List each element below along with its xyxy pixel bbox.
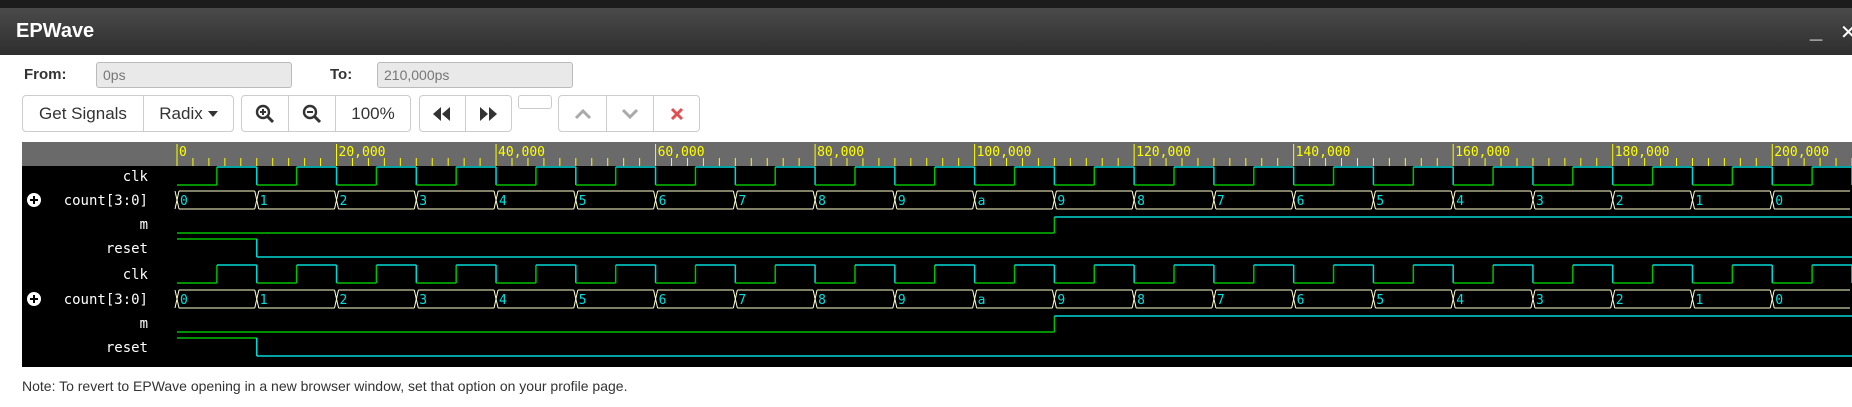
window-title: EPWave [16, 20, 95, 42]
bus-value: 4 [499, 293, 507, 308]
rewind-icon [433, 106, 451, 121]
bus-value: 6 [659, 194, 667, 209]
zoom-out-icon [302, 104, 322, 123]
bus-value: 4 [499, 194, 507, 209]
ruler-label: 120,000 [1136, 145, 1191, 160]
bus-value: 9 [898, 194, 906, 209]
radix-label: Radix [159, 103, 203, 123]
bus-value: 2 [1616, 194, 1624, 209]
signal-name: count[3:0] [64, 292, 148, 308]
bus-value: 3 [1536, 194, 1544, 209]
bus-value: 2 [1616, 293, 1624, 308]
profile-note: Note: To revert to EPWave opening in a n… [22, 378, 628, 394]
bus-value: 7 [1217, 293, 1225, 308]
signal-button-group: Get Signals Radix [22, 95, 234, 132]
bus-value: 9 [1057, 194, 1065, 209]
close-button[interactable]: ✕ [1840, 20, 1852, 45]
radix-button[interactable]: Radix [144, 96, 233, 131]
bus-value: 8 [1137, 194, 1145, 209]
zoom-button-group: 100% [241, 95, 411, 132]
signal-name: m [140, 217, 148, 233]
get-signals-button[interactable]: Get Signals [23, 96, 144, 131]
bus-value: 9 [1057, 293, 1065, 308]
bus-value: 8 [818, 194, 826, 209]
bus-value: 6 [1297, 293, 1305, 308]
bus-value: 5 [1376, 194, 1384, 209]
time-ruler [22, 142, 1852, 166]
bus-value: 0 [180, 293, 188, 308]
bus-value: 7 [738, 293, 746, 308]
rewind-button[interactable] [420, 96, 466, 131]
title-bar: EPWave _ ✕ [0, 0, 1852, 55]
bus-value: a [978, 194, 986, 209]
signal-name: count[3:0] [64, 193, 148, 209]
bus-value: 6 [659, 293, 667, 308]
from-field[interactable]: 0ps [96, 62, 292, 88]
bus-value: 7 [738, 194, 746, 209]
to-field[interactable]: 210,000ps [377, 62, 573, 88]
fast-forward-button[interactable] [466, 96, 512, 131]
unlabeled-button[interactable] [518, 95, 552, 109]
signal-name: reset [106, 241, 148, 257]
bus-value: 6 [1297, 194, 1305, 209]
bus-value: 2 [340, 293, 348, 308]
bus-value: 9 [898, 293, 906, 308]
bus-value: 0 [1775, 293, 1783, 308]
zoom-out-button[interactable] [289, 96, 336, 131]
signal-name: clk [123, 267, 149, 283]
signal-name: reset [106, 340, 148, 356]
bus-value: 1 [260, 194, 268, 209]
bus-value: 5 [579, 194, 587, 209]
bus-value: 3 [419, 194, 427, 209]
ruler-label: 20,000 [339, 145, 386, 160]
chevron-up-icon [574, 108, 591, 119]
bus-value: 1 [1695, 194, 1703, 209]
ruler-label: 0 [179, 145, 187, 160]
signal-name: clk [123, 169, 149, 185]
remove-signal-button[interactable] [654, 96, 699, 131]
ruler-label: 40,000 [498, 145, 545, 160]
bus-value: 4 [1456, 194, 1464, 209]
to-label: To: [330, 66, 353, 83]
move-up-button[interactable] [559, 96, 607, 131]
bus-value: 5 [1376, 293, 1384, 308]
zoom-in-button[interactable] [242, 96, 289, 131]
ruler-label: 60,000 [658, 145, 705, 160]
ruler-label: 180,000 [1615, 145, 1670, 160]
bus-value: 8 [1137, 293, 1145, 308]
remove-icon [670, 107, 683, 120]
caret-down-icon [207, 110, 218, 117]
zoom-level[interactable]: 100% [336, 96, 410, 131]
move-down-button[interactable] [607, 96, 654, 131]
bus-value: 0 [180, 194, 188, 209]
bus-value: 1 [1695, 293, 1703, 308]
bus-value: 3 [1536, 293, 1544, 308]
waveform-canvas[interactable]: 0 20,000 40,000 60,000 80,000 100,000 120,000 1… [22, 142, 1852, 367]
ruler-label: 140,000 [1296, 145, 1351, 160]
bus-value: 1 [260, 293, 268, 308]
ruler-label: 200,000 [1774, 145, 1829, 160]
waveform-panel[interactable]: 0 20,000 40,000 60,000 80,000 100,000 120,000 1… [22, 142, 1852, 367]
bus-value: 5 [579, 293, 587, 308]
minimize-button[interactable]: _ [1810, 18, 1822, 44]
bus-value: 7 [1217, 194, 1225, 209]
bus-value: a [978, 293, 986, 308]
signal-order-button-group [558, 95, 700, 132]
ruler-label: 100,000 [977, 145, 1032, 160]
bus-value: 8 [818, 293, 826, 308]
bus-value: 0 [1775, 194, 1783, 209]
bus-value: 4 [1456, 293, 1464, 308]
bus-value: 3 [419, 293, 427, 308]
signal-name: m [140, 316, 148, 332]
ruler-label: 160,000 [1455, 145, 1510, 160]
navigate-button-group [419, 95, 512, 132]
fast-forward-icon [480, 106, 498, 121]
bus-value: 2 [340, 194, 348, 209]
ruler-label: 80,000 [817, 145, 864, 160]
from-label: From: [24, 66, 67, 83]
zoom-in-icon [255, 104, 275, 123]
chevron-down-icon [621, 108, 639, 119]
